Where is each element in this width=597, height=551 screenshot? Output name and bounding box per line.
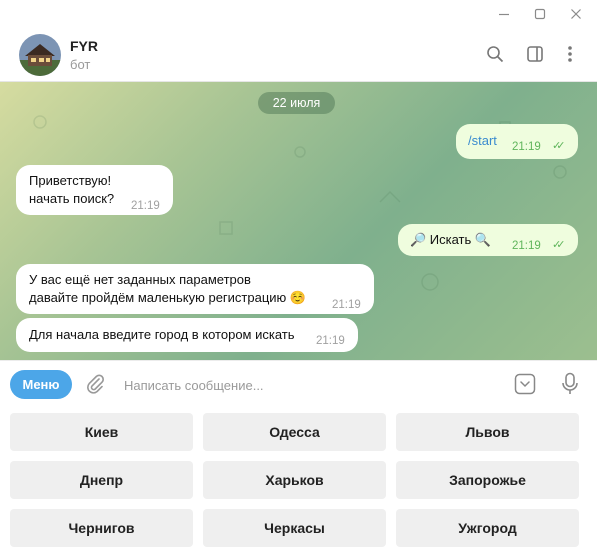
menu-button[interactable]: Меню — [10, 370, 72, 399]
message-time: 21:19 — [131, 200, 160, 212]
message-bubble-incoming[interactable]: У вас ещё нет заданных параметров давайт… — [16, 264, 374, 314]
reply-keyboard: Киев Одесса Львов Днепр Харьков Запорожь… — [0, 407, 597, 551]
keyboard-button-kharkiv[interactable]: Харьков — [203, 461, 386, 499]
chat-history[interactable]: 22 июля /start 21:19 ✓✓ Приветствую! нач… — [0, 82, 597, 360]
message-time: 21:19 — [316, 335, 345, 347]
chat-header: FYR бот — [0, 28, 597, 82]
keyboard-button-uzhgorod[interactable]: Ужгород — [396, 509, 579, 547]
keyboard-button-kiev[interactable]: Киев — [10, 413, 193, 451]
message-line: Приветствую! — [29, 173, 112, 188]
message-input[interactable] — [122, 373, 496, 397]
message-input-bar: Меню — [0, 360, 597, 408]
search-icon[interactable] — [482, 41, 508, 67]
message-bubble-outgoing[interactable]: 🔎 Искать 🔍 21:19 ✓✓ — [398, 224, 578, 256]
keyboard-icon[interactable] — [513, 372, 537, 396]
keyboard-button-lviv[interactable]: Львов — [396, 413, 579, 451]
message-bubble-incoming[interactable]: Приветствую! начать поиск? 21:19 — [16, 165, 173, 215]
keyboard-button-odessa[interactable]: Одесса — [203, 413, 386, 451]
message-text[interactable]: /start — [468, 132, 497, 150]
keyboard-button-zaporozhye[interactable]: Запорожье — [396, 461, 579, 499]
chat-subtitle: бот — [70, 57, 91, 72]
sidebar-icon[interactable] — [522, 41, 548, 67]
window-titlebar — [0, 0, 597, 28]
keyboard-button-dnepr[interactable]: Днепр — [10, 461, 193, 499]
avatar[interactable] — [19, 34, 61, 76]
read-check-icon: ✓✓ — [552, 239, 566, 251]
date-separator: 22 июля — [258, 92, 335, 114]
message-bubble-outgoing[interactable]: /start 21:19 ✓✓ — [456, 124, 578, 159]
message-line: начать поиск? — [29, 191, 115, 206]
keyboard-button-cherkasy[interactable]: Черкасы — [203, 509, 386, 547]
keyboard-button-chernigov[interactable]: Чернигов — [10, 509, 193, 547]
message-text: 🔎 Искать 🔍 — [410, 232, 492, 247]
message-line: У вас ещё нет заданных параметров — [29, 272, 251, 287]
attach-icon[interactable] — [82, 371, 108, 397]
mic-icon[interactable] — [557, 371, 583, 397]
message-bubble-incoming[interactable]: Для начала введите город в котором искат… — [16, 318, 358, 352]
message-line: давайте пройдём маленькую регистрацию ☺️ — [29, 290, 307, 305]
chat-title[interactable]: FYR — [70, 38, 98, 54]
close-icon[interactable] — [556, 0, 596, 28]
message-time: 21:19 — [512, 240, 541, 252]
message-time: 21:19 — [512, 141, 541, 153]
maximize-icon[interactable] — [520, 0, 560, 28]
more-icon[interactable] — [557, 41, 583, 67]
read-check-icon: ✓✓ — [552, 140, 566, 152]
message-text: Для начала введите город в котором искат… — [29, 327, 295, 342]
minimize-icon[interactable] — [484, 0, 524, 28]
message-time: 21:19 — [332, 299, 361, 311]
